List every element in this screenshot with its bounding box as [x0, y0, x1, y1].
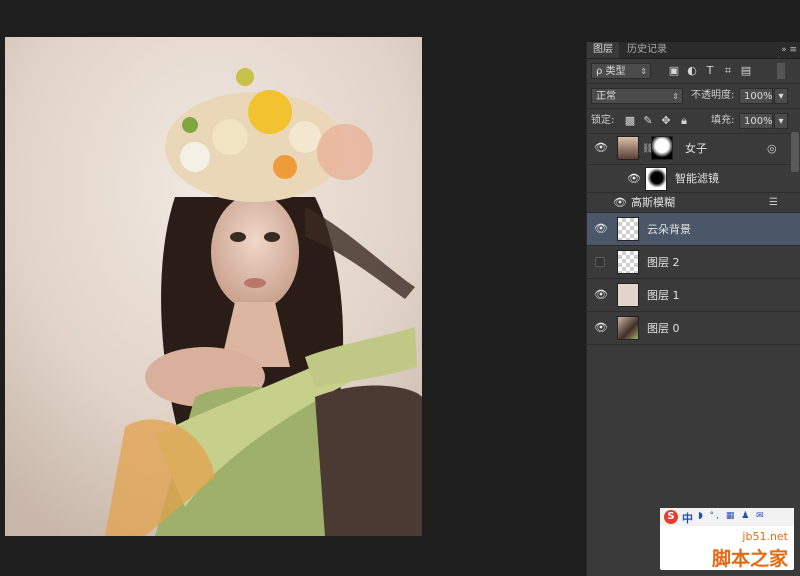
- blend-mode-value: 正常: [596, 91, 616, 102]
- lock-position-icon[interactable]: ✥: [659, 113, 673, 129]
- ime-tool-icons[interactable]: ◗ °, ▦ ♟ ✉: [698, 511, 766, 521]
- document-image[interactable]: [5, 37, 422, 536]
- smart-filter-mask-thumbnail[interactable]: [645, 167, 667, 191]
- smart-object-filter-icon[interactable]: ▤: [739, 63, 753, 79]
- tab-history[interactable]: 历史记录: [621, 42, 673, 58]
- smart-filter-badge-icon: ◎: [767, 142, 777, 155]
- lock-transparent-icon[interactable]: ▩: [623, 113, 637, 129]
- lock-all-icon[interactable]: 🔒︎: [677, 113, 691, 129]
- eye-icon[interactable]: 👁︎: [627, 173, 641, 185]
- layer-list: 👁︎ ⛓︎ 女子 ◎ 👁︎ 智能滤镜 👁︎ 高斯模糊 ☰ 👁︎ 云朵背景 图层 …: [587, 132, 800, 402]
- layer-row-layer-1[interactable]: 👁︎ 图层 1: [587, 279, 800, 312]
- watermark-site: jb51.net: [742, 530, 788, 543]
- layer-thumbnail: [617, 283, 639, 307]
- layer-name[interactable]: 图层 1: [647, 279, 680, 312]
- layer-name[interactable]: 图层 2: [647, 246, 680, 279]
- layer-thumbnail: [617, 250, 639, 274]
- watermark-logo: S 中 ◗ °, ▦ ♟ ✉ jb51.net 脚本之家: [660, 508, 794, 570]
- ime-language-indicator[interactable]: 中: [682, 510, 693, 526]
- layer-filter-row: ρ 类型 ⇕ ▣ ◐ T ⌗ ▤: [587, 59, 800, 84]
- blend-opacity-row: 正常 ⇕ 不透明度: 100% ▾: [587, 84, 800, 109]
- eye-icon[interactable]: 👁︎: [594, 223, 608, 235]
- layer-name[interactable]: 云朵背景: [647, 213, 691, 246]
- fill-dropdown-button[interactable]: ▾: [774, 113, 788, 129]
- layers-panel: 图层 历史记录 » ≡ ρ 类型 ⇕ ▣ ◐ T ⌗ ▤ 正常 ⇕ 不透明度: …: [586, 42, 800, 576]
- lock-image-icon[interactable]: ✎: [641, 113, 655, 129]
- adjustment-filter-icon[interactable]: ◐: [685, 63, 699, 79]
- layer-name[interactable]: 图层 0: [647, 312, 680, 345]
- chevron-updown-icon: ⇕: [640, 67, 647, 76]
- filter-kind-select[interactable]: ρ 类型 ⇕: [591, 63, 651, 79]
- watermark-name: 脚本之家: [711, 548, 788, 570]
- smart-filters-label: 智能滤镜: [675, 172, 719, 185]
- eye-icon[interactable]: 👁︎: [613, 197, 627, 209]
- panel-menu-icon[interactable]: » ≡: [781, 42, 797, 58]
- fill-label: 填充:: [711, 115, 735, 126]
- layer-row-woman[interactable]: 👁︎ ⛓︎ 女子 ◎: [587, 132, 800, 165]
- ime-toolbar[interactable]: S 中 ◗ °, ▦ ♟ ✉: [660, 508, 794, 526]
- lock-fill-row: 锁定: ▩ ✎ ✥ 🔒︎ 填充: 100% ▾: [587, 109, 800, 134]
- tab-layers[interactable]: 图层: [587, 42, 619, 58]
- chevron-updown-icon: ⇕: [672, 92, 679, 101]
- layer-thumbnail: [617, 316, 639, 340]
- layers-scrollbar[interactable]: [791, 132, 799, 172]
- eye-icon[interactable]: 👁︎: [594, 289, 608, 301]
- eye-icon[interactable]: 👁︎: [594, 142, 608, 154]
- eye-icon[interactable]: 👁︎: [594, 322, 608, 334]
- filter-name[interactable]: 高斯模糊: [631, 193, 675, 213]
- layer-name[interactable]: 女子: [685, 132, 707, 165]
- blend-mode-select[interactable]: 正常 ⇕: [591, 88, 683, 104]
- filter-row-gaussian-blur[interactable]: 👁︎ 高斯模糊 ☰: [587, 193, 800, 213]
- layer-mask-thumbnail[interactable]: [651, 136, 673, 160]
- layer-row-cloud-background[interactable]: 👁︎ 云朵背景: [587, 213, 800, 246]
- opacity-label: 不透明度:: [691, 90, 735, 101]
- layer-thumbnail: [617, 217, 639, 241]
- fill-input[interactable]: 100%: [739, 113, 773, 129]
- layer-thumbnail: [617, 136, 639, 160]
- document-canvas-area: [0, 0, 585, 576]
- sogou-ime-icon[interactable]: S: [664, 510, 678, 524]
- opacity-input[interactable]: 100%: [739, 88, 773, 104]
- lock-label: 锁定:: [591, 115, 615, 126]
- layer-row-layer-2[interactable]: 图层 2: [587, 246, 800, 279]
- filter-toggle-switch[interactable]: [777, 63, 785, 79]
- smart-filters-row[interactable]: 👁︎ 智能滤镜: [587, 165, 800, 193]
- filter-blending-options-icon[interactable]: ☰: [769, 197, 778, 208]
- portrait-photo: [5, 37, 422, 536]
- layer-row-layer-0[interactable]: 👁︎ 图层 0: [587, 312, 800, 345]
- filter-kind-value: ρ 类型: [596, 66, 626, 77]
- opacity-dropdown-button[interactable]: ▾: [774, 88, 788, 104]
- shape-filter-icon[interactable]: ⌗: [721, 63, 735, 79]
- type-filter-icon[interactable]: T: [703, 63, 717, 79]
- visibility-toggle-off[interactable]: [595, 257, 605, 267]
- image-filter-icon[interactable]: ▣: [667, 63, 681, 79]
- panel-tab-bar: 图层 历史记录 » ≡: [587, 42, 800, 59]
